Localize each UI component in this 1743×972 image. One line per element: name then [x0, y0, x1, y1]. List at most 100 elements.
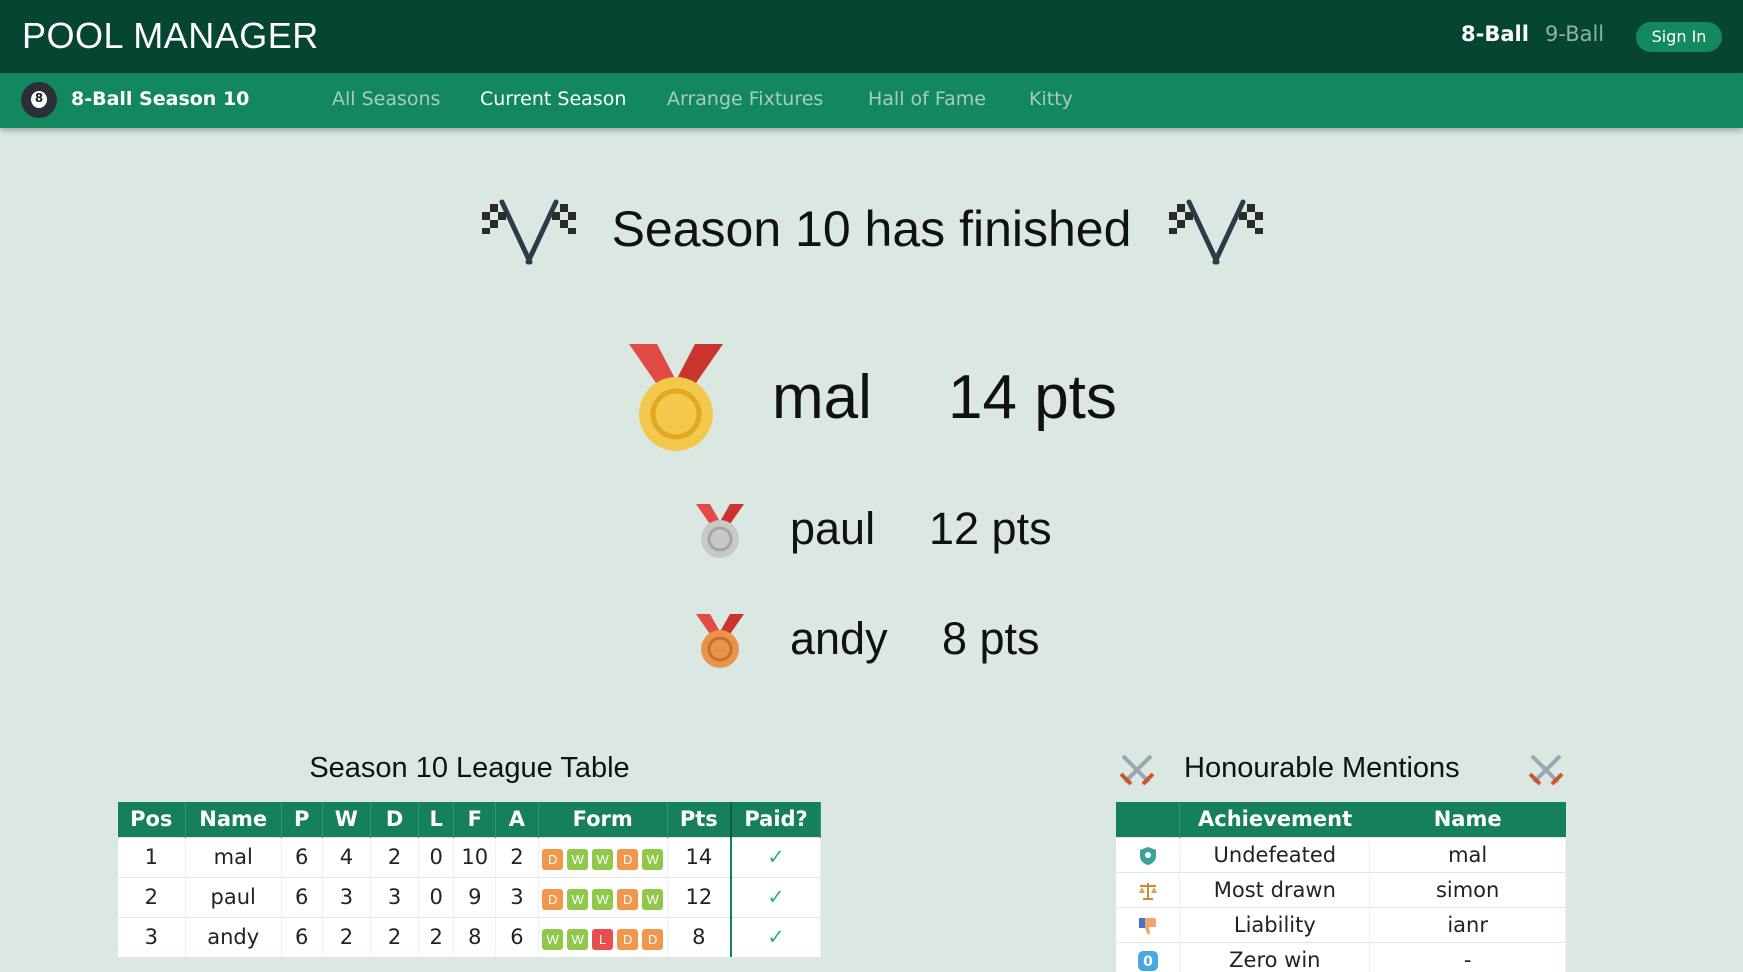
- form-badge: W: [542, 928, 564, 950]
- cell-achievement: Liability: [1179, 906, 1371, 942]
- season-nav: 8 8-Ball Season 10 All Seasons Current S…: [0, 73, 1743, 128]
- game-8-ball-link[interactable]: 8-Ball: [1461, 22, 1529, 46]
- third-place-name: andy: [790, 613, 888, 664]
- cell-pos: 1: [118, 836, 186, 877]
- form-badge: W: [592, 848, 614, 870]
- table-row[interactable]: 2 paul 6 3 3 0 9 3 D W W D W 12 ✓: [118, 876, 822, 917]
- form-badge: W: [567, 928, 589, 950]
- nav-hall-of-fame[interactable]: Hall of Fame: [868, 88, 986, 110]
- form-badge: L: [592, 928, 614, 950]
- col-drawn[interactable]: D: [370, 802, 419, 837]
- cell-pos: 3: [118, 916, 186, 957]
- form-badge: D: [642, 928, 664, 950]
- cell-p: 6: [281, 916, 323, 957]
- sign-in-button[interactable]: Sign In: [1636, 22, 1722, 52]
- cell-p: 6: [281, 876, 323, 917]
- col-for[interactable]: F: [453, 802, 497, 837]
- gold-medal-icon: [629, 344, 723, 451]
- cell-d: 3: [370, 876, 419, 917]
- nav-all-seasons[interactable]: All Seasons: [332, 88, 440, 110]
- paid-check-icon: ✓: [730, 876, 822, 917]
- table-header-row: Pos Name P W D L F A Form Pts Paid?: [118, 802, 822, 837]
- table-row[interactable]: Most drawn simon: [1116, 871, 1566, 907]
- first-place-name: mal: [772, 363, 872, 432]
- thumbs-down-icon: [1116, 906, 1181, 942]
- form-badge: D: [617, 928, 639, 950]
- col-icon: [1116, 802, 1181, 837]
- cell-form: DWWDW: [538, 836, 668, 877]
- cell-p: 6: [281, 836, 323, 877]
- cell-achievement: Most drawn: [1179, 871, 1371, 907]
- top-bar: POOL MANAGER 8-Ball 9-Ball Sign In: [0, 0, 1743, 73]
- table-row[interactable]: 3 andy 6 2 2 2 8 6 W W L D D 8 ✓: [118, 916, 822, 957]
- cell-pos: 2: [118, 876, 186, 917]
- form-badge: W: [642, 848, 664, 870]
- second-place-name: paul: [790, 503, 876, 554]
- season-finished-headline: Season 10 has finished: [611, 201, 1132, 257]
- third-place-points: 8 pts: [942, 613, 1040, 664]
- second-place-points: 12 pts: [929, 503, 1052, 554]
- cell-a: 3: [495, 876, 539, 917]
- col-name[interactable]: Name: [1369, 802, 1566, 837]
- cell-name: mal: [185, 836, 282, 877]
- cell-name: simon: [1369, 871, 1566, 907]
- cell-name: -: [1369, 941, 1566, 972]
- form-badge: D: [542, 848, 564, 870]
- form-badge: W: [592, 888, 614, 910]
- cell-w: 4: [322, 836, 372, 877]
- cell-d: 2: [370, 916, 419, 957]
- col-played[interactable]: P: [281, 802, 323, 837]
- form-badge: D: [617, 888, 639, 910]
- cell-form: WWLDD: [538, 916, 668, 957]
- cell-pts: 8: [667, 916, 732, 957]
- col-pos[interactable]: Pos: [118, 802, 186, 837]
- season-title[interactable]: 8-Ball Season 10: [71, 88, 249, 110]
- col-achievement[interactable]: Achievement: [1179, 802, 1370, 837]
- cell-achievement: Zero win: [1179, 941, 1371, 972]
- nav-arrange-fixtures[interactable]: Arrange Fixtures: [667, 88, 823, 110]
- paid-check-icon: ✓: [730, 916, 822, 957]
- nav-current-season[interactable]: Current Season: [480, 88, 626, 110]
- form-badge: D: [542, 888, 564, 910]
- col-won[interactable]: W: [322, 802, 372, 837]
- table-header-row: Achievement Name: [1116, 802, 1566, 837]
- nav-kitty[interactable]: Kitty: [1029, 88, 1073, 110]
- cell-f: 10: [453, 836, 497, 877]
- checkered-flag-icon: [1169, 199, 1263, 265]
- col-form[interactable]: Form: [538, 802, 668, 837]
- form-badge: W: [567, 888, 589, 910]
- paid-check-icon: ✓: [730, 836, 822, 877]
- cell-form: DWWDW: [538, 876, 668, 917]
- cell-f: 8: [453, 916, 497, 957]
- table-row[interactable]: Liability ianr: [1116, 906, 1566, 942]
- col-points[interactable]: Pts: [667, 802, 732, 837]
- col-name[interactable]: Name: [185, 802, 282, 837]
- form-badge: D: [617, 848, 639, 870]
- table-row[interactable]: Undefeated mal: [1116, 836, 1566, 872]
- cell-name: ianr: [1369, 906, 1566, 942]
- app-title[interactable]: POOL MANAGER: [22, 15, 319, 57]
- league-table: Pos Name P W D L F A Form Pts Paid? 1 mal…: [118, 802, 822, 957]
- form-badge: W: [642, 888, 664, 910]
- cell-name: paul: [185, 876, 282, 917]
- cell-f: 9: [453, 876, 497, 917]
- table-row[interactable]: 1 mal 6 4 2 0 10 2 D W W D W 14 ✓: [118, 836, 822, 877]
- col-against[interactable]: A: [495, 802, 539, 837]
- cell-w: 3: [322, 876, 372, 917]
- bronze-medal-icon: [696, 614, 744, 668]
- cell-l: 0: [418, 876, 455, 917]
- cell-pts: 14: [667, 836, 732, 877]
- col-paid[interactable]: Paid?: [730, 802, 822, 837]
- crossed-swords-icon: [1119, 754, 1155, 786]
- scales-icon: [1116, 871, 1181, 907]
- table-row[interactable]: 0 Zero win -: [1116, 941, 1566, 972]
- cell-name: andy: [185, 916, 282, 957]
- cell-achievement: Undefeated: [1179, 836, 1371, 872]
- cell-w: 2: [322, 916, 372, 957]
- zero-icon: 0: [1116, 941, 1181, 972]
- game-9-ball-link[interactable]: 9-Ball: [1545, 22, 1604, 46]
- eight-ball-icon: 8: [21, 82, 57, 118]
- cell-a: 6: [495, 916, 539, 957]
- cell-pts: 12: [667, 876, 732, 917]
- col-lost[interactable]: L: [418, 802, 455, 837]
